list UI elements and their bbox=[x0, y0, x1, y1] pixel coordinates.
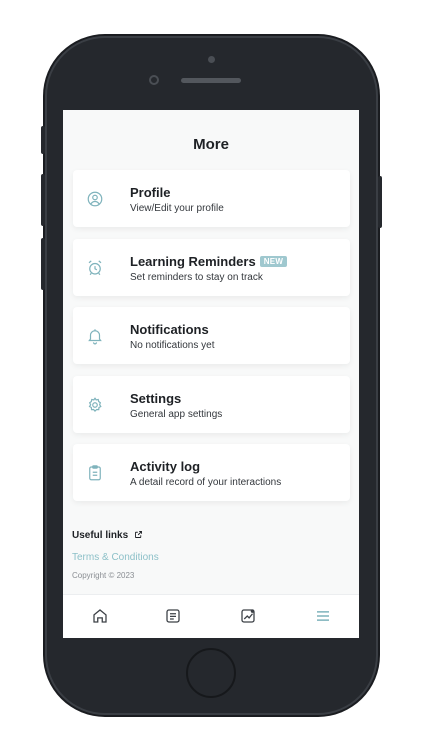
bell-icon bbox=[88, 329, 102, 345]
menu-item-description: General app settings bbox=[130, 409, 223, 420]
menu-item-description: A detail record of your interactions bbox=[130, 477, 282, 488]
new-badge: NEW bbox=[259, 256, 288, 267]
bottom-tab-bar bbox=[63, 594, 359, 638]
volume-up-button bbox=[41, 174, 45, 226]
menu-item-label: Settings bbox=[130, 391, 182, 406]
menu-item-description: Set reminders to stay on track bbox=[130, 272, 263, 283]
copyright-text: Copyright © 2023 bbox=[72, 571, 135, 580]
menu-item-label: Profile bbox=[130, 185, 171, 200]
menu-item-settings[interactable]: Settings General app settings bbox=[73, 376, 350, 433]
menu-item-label: Activity log bbox=[130, 459, 201, 474]
power-button bbox=[378, 176, 382, 228]
menu-item-label: Learning Reminders bbox=[130, 254, 256, 269]
useful-links-heading[interactable]: Useful links bbox=[72, 530, 143, 541]
app-screen: More Profile View/Edit your profile Lear… bbox=[63, 110, 359, 638]
home-icon[interactable] bbox=[91, 607, 109, 625]
user-circle-icon bbox=[87, 191, 103, 207]
home-button bbox=[186, 648, 236, 698]
mute-switch bbox=[41, 126, 45, 154]
menu-item-notifications[interactable]: Notifications No notifications yet bbox=[73, 307, 350, 364]
chart-icon[interactable] bbox=[239, 607, 257, 625]
menu-item-activity-log[interactable]: Activity log A detail record of your int… bbox=[73, 444, 350, 501]
alarm-clock-icon bbox=[88, 260, 102, 276]
menu-item-description: View/Edit your profile bbox=[130, 203, 224, 214]
menu-item-profile[interactable]: Profile View/Edit your profile bbox=[73, 170, 350, 227]
earpiece-speaker bbox=[181, 78, 241, 83]
menu-item-label-wrap: Learning Reminders NEW bbox=[130, 254, 288, 269]
phone-frame: More Profile View/Edit your profile Lear… bbox=[41, 36, 382, 715]
menu-icon[interactable] bbox=[314, 607, 332, 625]
terms-link[interactable]: Terms & Conditions bbox=[72, 552, 159, 563]
gear-icon bbox=[88, 397, 102, 413]
external-link-icon bbox=[134, 531, 142, 538]
document-icon[interactable] bbox=[164, 607, 182, 625]
volume-down-button bbox=[41, 238, 45, 290]
menu-item-label: Notifications bbox=[130, 322, 209, 337]
menu-item-description: No notifications yet bbox=[130, 340, 215, 351]
useful-links-label: Useful links bbox=[72, 530, 129, 541]
page-title: More bbox=[193, 136, 229, 153]
front-camera bbox=[208, 56, 215, 63]
proximity-sensor bbox=[149, 75, 159, 85]
menu-item-learning-reminders[interactable]: Learning Reminders NEW Set reminders to s… bbox=[73, 239, 350, 296]
clipboard-icon bbox=[89, 465, 101, 481]
